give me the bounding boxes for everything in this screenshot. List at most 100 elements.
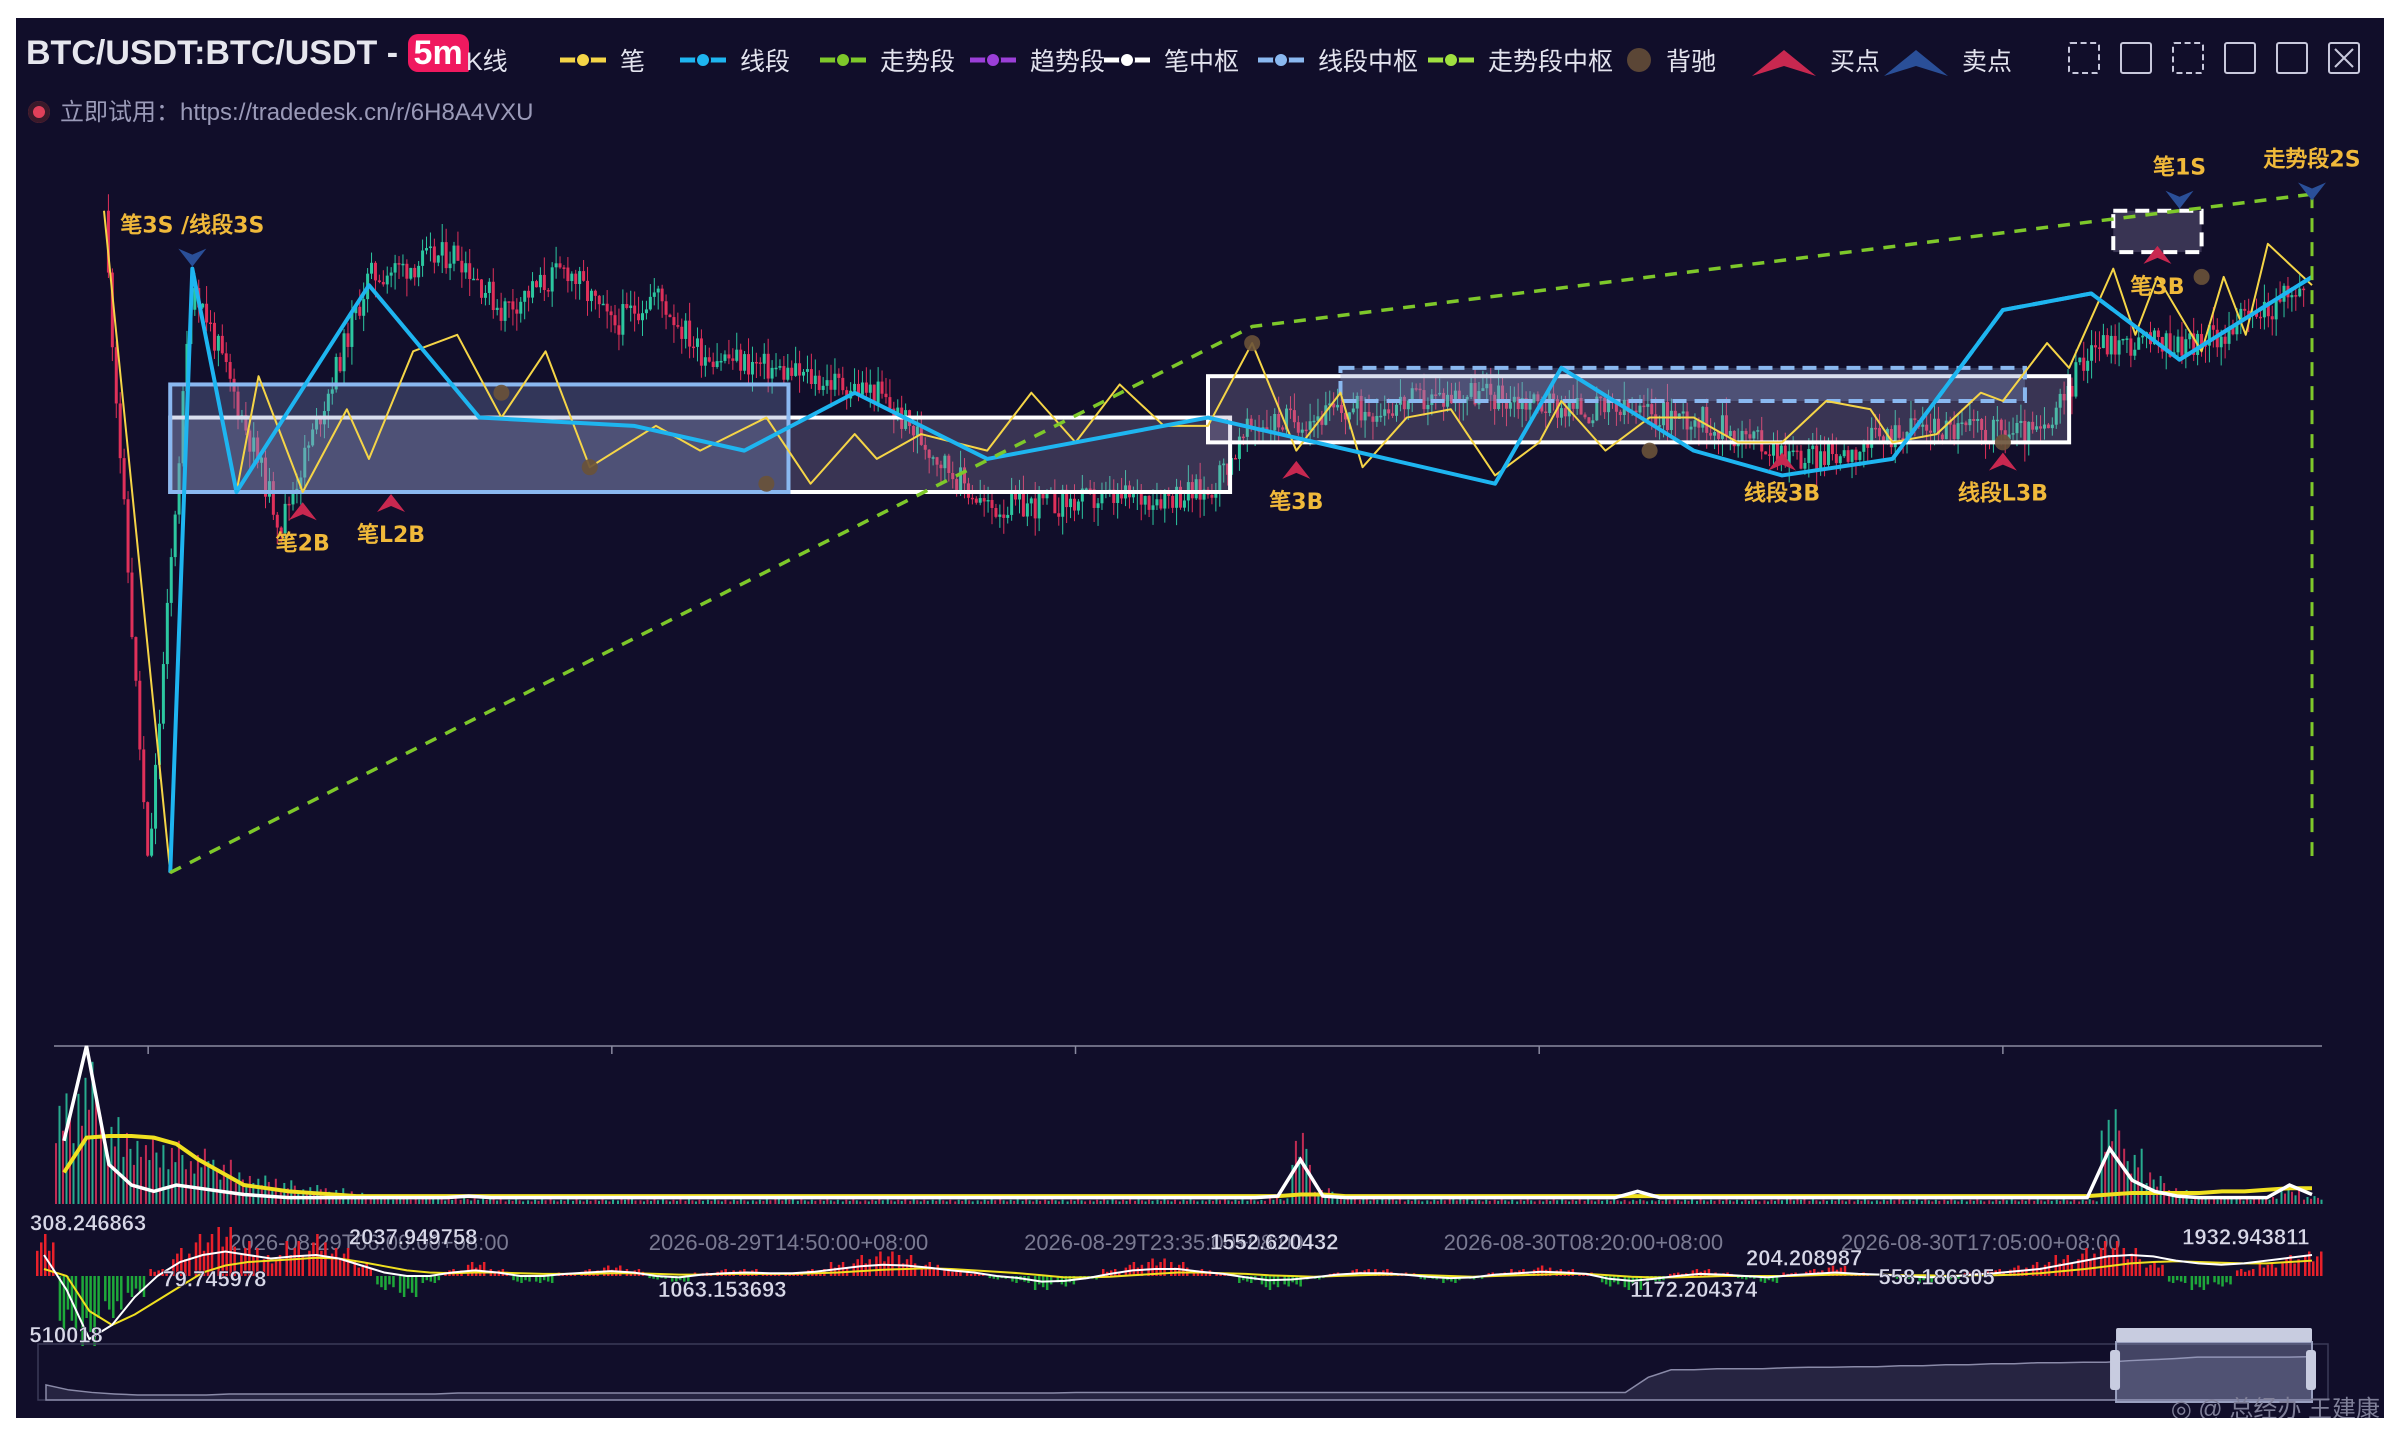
datazoom-handle-right[interactable] — [2306, 1350, 2316, 1390]
fullscreen-icon[interactable] — [2224, 42, 2256, 74]
volume-bar — [1263, 1200, 1266, 1204]
macd-bar — [2274, 1267, 2278, 1276]
volume-bar — [1654, 1201, 1657, 1204]
volume-bar — [758, 1199, 761, 1204]
volume-bar — [777, 1199, 780, 1204]
macd-bar — [2183, 1276, 2187, 1283]
volume-bar — [2223, 1198, 2226, 1204]
volume-bar — [226, 1174, 229, 1204]
legend-item-3[interactable]: 走势段 — [818, 40, 955, 80]
candle-body — [876, 381, 880, 404]
macd-bar — [433, 1276, 437, 1283]
close-icon[interactable] — [2328, 42, 2360, 74]
legend-label: 趋势段 — [1030, 48, 1106, 76]
macd-bar — [126, 1276, 130, 1293]
macd-bar — [2320, 1251, 2323, 1276]
candle-body — [644, 309, 648, 314]
datazoom-drag-bar[interactable] — [2116, 1328, 2312, 1342]
candle-body — [460, 260, 464, 273]
volume-bar — [687, 1199, 690, 1204]
legend-item-7[interactable]: 走势段中枢 — [1426, 40, 1613, 80]
candle-body — [432, 246, 436, 263]
legend-item-10[interactable]: 卖点 — [1882, 40, 2012, 80]
macd-bar — [1276, 1276, 1280, 1288]
volume-bar — [796, 1200, 799, 1204]
promo-link[interactable]: 立即试用：https://tradedesk.cn/r/6H8A4VXU — [28, 92, 534, 127]
x-axis-label: 2026-08-30T08:20:00+08:00 — [1444, 1230, 1724, 1255]
zoom-back-icon[interactable] — [2120, 42, 2152, 74]
legend-item-0[interactable]: K线 — [466, 40, 508, 80]
volume-bar — [732, 1199, 735, 1204]
macd-bar — [40, 1242, 43, 1276]
target-icon — [28, 101, 50, 123]
candle-body — [118, 403, 122, 459]
volume-bar — [1488, 1200, 1491, 1204]
candle-body — [692, 346, 696, 349]
candle-body — [2086, 360, 2090, 371]
legend-item-1[interactable]: 笔 — [558, 40, 645, 80]
volume-bar — [994, 1200, 997, 1204]
candle-body — [805, 369, 809, 372]
volume-bar — [80, 1125, 83, 1204]
volume-bar — [904, 1199, 907, 1204]
legend-item-4[interactable]: 趋势段 — [968, 40, 1105, 80]
signal-label: 笔L2B — [357, 522, 425, 548]
candle-body — [1069, 498, 1073, 508]
legend-label: 笔中枢 — [1164, 48, 1240, 76]
macd-bar — [2099, 1248, 2103, 1276]
candle-body — [2097, 347, 2101, 349]
legend-item-8[interactable]: 背驰 — [1624, 40, 1716, 80]
volume-bar — [451, 1199, 454, 1204]
signal-label: 线段3B — [1744, 481, 1820, 507]
candle-body — [2294, 295, 2298, 297]
volume-bar — [1561, 1199, 1564, 1204]
chart-canvas[interactable]: 笔3S /线段3S 笔2B 笔L2B 笔3B 线段3B 线段L3B 笔3B 笔1S 走势段2S 2… — [16, 18, 2384, 1418]
macd-bar — [2225, 1276, 2228, 1283]
restore-icon[interactable] — [2172, 42, 2204, 74]
volume-bar — [444, 1200, 447, 1204]
volume-bar — [1943, 1199, 1946, 1204]
volume-bar — [653, 1199, 656, 1204]
legend-item-5[interactable]: 笔中枢 — [1102, 40, 1239, 80]
zoom-select-icon[interactable] — [2068, 42, 2100, 74]
legend-item-2[interactable]: 线段 — [678, 40, 790, 80]
datazoom-handle-left[interactable] — [2110, 1350, 2121, 1390]
volume-bar — [1407, 1199, 1410, 1204]
volume-bar — [1931, 1201, 1934, 1204]
candle-body — [566, 267, 570, 282]
volume-bar — [2088, 1199, 2091, 1204]
period-badge: 5m — [407, 34, 469, 72]
volume-bar — [2123, 1148, 2126, 1204]
volume-bar — [1991, 1201, 1994, 1204]
volume-bar — [656, 1200, 659, 1204]
volume-bar — [62, 1130, 64, 1204]
volume-bar — [1530, 1200, 1533, 1204]
volume-bar — [1658, 1199, 1661, 1204]
volume-bar — [1552, 1199, 1555, 1204]
candle-body — [1182, 500, 1186, 508]
candle-body — [617, 325, 621, 335]
data-view-icon[interactable] — [2276, 42, 2308, 74]
candle-body — [888, 397, 892, 409]
volume-bar — [1613, 1199, 1616, 1204]
volume-bar — [1920, 1200, 1923, 1204]
candle-body — [1846, 450, 1850, 462]
volume-bar — [203, 1148, 206, 1204]
candle-body — [582, 271, 586, 281]
volume-bar — [971, 1201, 974, 1204]
volume-bar — [976, 1200, 979, 1204]
volume-bar — [1452, 1199, 1455, 1204]
macd-bar — [2103, 1241, 2107, 1276]
volume-bar — [1403, 1201, 1406, 1204]
volume-bar — [859, 1201, 862, 1204]
volume-bar — [2298, 1189, 2301, 1204]
volume-bar — [113, 1146, 116, 1204]
candle-body — [126, 499, 130, 573]
macd-bar — [384, 1276, 387, 1290]
candle-body — [511, 301, 515, 310]
legend-item-9[interactable]: 买点 — [1750, 40, 1880, 80]
legend-sell-arrow-icon — [1884, 50, 1948, 76]
volume-bar — [1118, 1201, 1121, 1204]
macd-bar — [2066, 1255, 2070, 1276]
legend-item-6[interactable]: 线段中枢 — [1256, 40, 1418, 80]
